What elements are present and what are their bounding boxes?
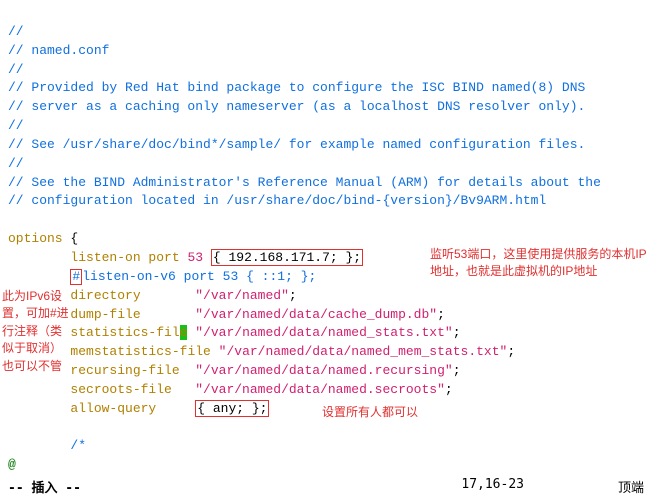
comment-line: // Provided by Red Hat bind package to c… <box>8 80 585 95</box>
comment-line: // configuration located in /usr/share/d… <box>8 193 546 208</box>
statistics-file-key: statistics-fil <box>70 325 179 340</box>
vim-status-bar: -- 插入 -- 17,16-23 顶端 <box>0 475 664 498</box>
comment-line: // server as a caching only nameserver (… <box>8 99 585 114</box>
comment-line: // named.conf <box>8 43 109 58</box>
annotation-ipv6: 此为IPv6设置，可加#进行注释（类似于取消）也可以不管 <box>2 288 72 375</box>
allow-query-value-box: { any; }; <box>195 400 269 417</box>
annotation-listen-ip: 监听53端口，这里使用提供服务的本机IP地址，也就是此虚拟机的IP地址 <box>430 246 650 281</box>
dump-file-val: "/var/named/data/cache_dump.db" <box>195 307 437 322</box>
listen-v6-key: listen-on-v6 port <box>82 269 222 284</box>
statistics-file-val: "/var/named/data/named_stats.txt" <box>195 325 452 340</box>
memstatistics-file-val: "/var/named/data/named_mem_stats.txt" <box>219 344 508 359</box>
recursing-file-key: recursing-file <box>70 363 179 378</box>
directory-val: "/var/named" <box>195 288 289 303</box>
brace: { <box>63 231 79 246</box>
options-keyword: options <box>8 231 63 246</box>
recursing-file-val: "/var/named/data/named.recursing" <box>195 363 452 378</box>
comment-line: // See /usr/share/doc/bind*/sample/ for … <box>8 137 585 152</box>
comment-line: // <box>8 118 24 133</box>
cursor-position: 17,16-23 <box>461 477 524 492</box>
allow-query-key: allow-query <box>70 401 156 416</box>
memstatistics-file-key: memstatistics-file <box>70 344 210 359</box>
listen-port: 53 <box>187 250 203 265</box>
comment-line: // <box>8 24 24 39</box>
block-comment-start: /* <box>70 438 86 453</box>
comment-line: // <box>8 156 24 171</box>
comment-line: // <box>8 62 24 77</box>
comment-line: // See the BIND Administrator's Referenc… <box>8 175 601 190</box>
secroots-file-val: "/var/named/data/named.secroots" <box>195 382 445 397</box>
hash-comment-box: # <box>70 269 82 285</box>
directory-key: directory <box>70 288 140 303</box>
listen-v6-rest: { ::1; }; <box>238 269 316 284</box>
vim-mode: -- 插入 -- <box>8 481 81 496</box>
listen-on-key: listen-on port <box>70 250 187 265</box>
listen-v6-port: 53 <box>223 269 239 284</box>
dump-file-key: dump-file <box>70 307 140 322</box>
at-line-marker: @ <box>8 457 16 472</box>
listen-on-value-box: { 192.168.171.7; }; <box>211 249 363 266</box>
text-cursor: e <box>180 325 188 340</box>
secroots-file-key: secroots-file <box>70 382 171 397</box>
annotation-allow-query: 设置所有人都可以 <box>322 403 418 420</box>
scroll-position: 顶端 <box>618 477 644 496</box>
